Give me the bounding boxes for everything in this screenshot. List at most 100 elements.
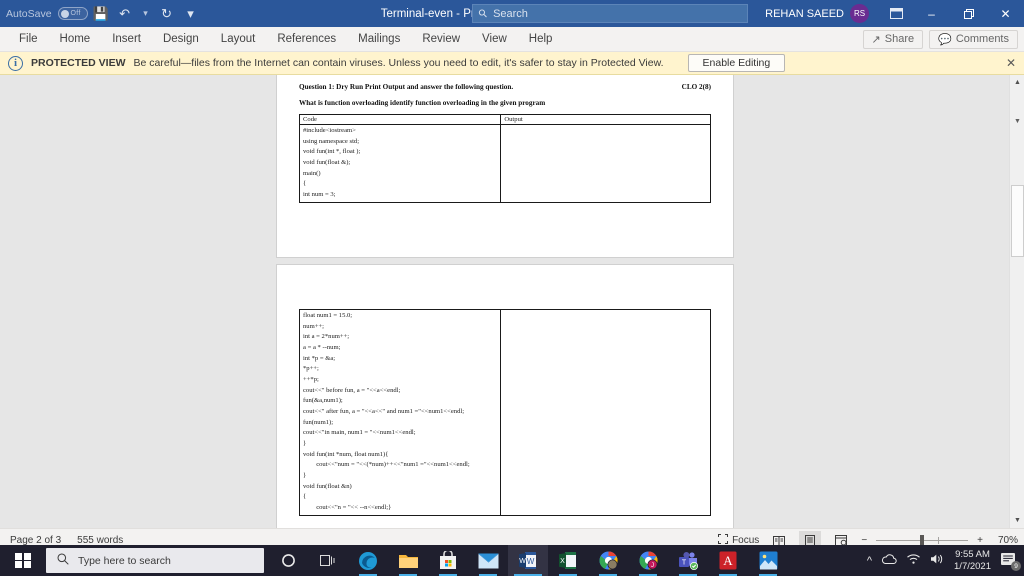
taskbar-search-input[interactable]: Type here to search <box>46 548 264 573</box>
column-header-output: Output <box>500 114 711 125</box>
code-line: { <box>303 180 307 188</box>
ribbon-display-options-icon[interactable] <box>879 0 913 27</box>
code-line: cout<<"num = "<<(*num)++<<"num1 ="<<num1… <box>303 461 470 469</box>
svg-text:W: W <box>519 558 526 565</box>
windows-taskbar: Type here to search WW X J T A ^ 9:55 AM… <box>0 545 1024 576</box>
tab-mailings[interactable]: Mailings <box>347 30 411 48</box>
clo-label: CLO 2(8) <box>681 83 711 91</box>
output-cell-page1 <box>500 124 711 203</box>
tab-view[interactable]: View <box>471 30 518 48</box>
svg-text:W: W <box>527 557 535 566</box>
tab-help[interactable]: Help <box>518 30 564 48</box>
close-button[interactable]: ✕ <box>987 0 1024 27</box>
clock[interactable]: 9:55 AM 1/7/2021 <box>954 549 991 573</box>
code-line: cout<<"n = "<< --n<<endl;} <box>303 504 392 512</box>
tab-insert[interactable]: Insert <box>101 30 152 48</box>
code-line: main() <box>303 169 321 177</box>
code-line: cout<<"in main, num1 = "<<num1<<endl; <box>303 429 416 437</box>
taskbar-app-google-chrome-1[interactable] <box>588 545 628 576</box>
svg-text:X: X <box>560 558 565 565</box>
ribbon-tabs: File Home Insert Design Layout Reference… <box>0 30 563 48</box>
code-line: using namespace std; <box>303 137 360 145</box>
save-icon[interactable]: 💾 <box>90 3 112 24</box>
code-line: float num1 = 15.0; <box>303 312 353 319</box>
taskbar-app-adobe-acrobat[interactable]: A <box>708 545 748 576</box>
comments-button[interactable]: 💬 Comments <box>929 29 1018 49</box>
windows-logo <box>15 552 31 569</box>
customize-quick-access-icon[interactable]: ▾ <box>180 3 202 24</box>
scroll-down-icon[interactable]: ▼ <box>1010 513 1024 528</box>
share-label: Share <box>884 33 915 45</box>
undo-dropdown-icon[interactable]: ▾ <box>138 3 154 24</box>
system-tray: ^ 9:55 AM 1/7/2021 9 <box>867 545 1024 576</box>
zoom-slider-tick <box>938 537 940 544</box>
vertical-scrollbar[interactable]: ▲ ▼ ▼ <box>1009 75 1024 528</box>
taskbar-app-microsoft-store[interactable] <box>428 545 468 576</box>
task-view-icon[interactable] <box>308 545 348 576</box>
notification-count-badge: 9 <box>1011 561 1021 571</box>
question-subtitle: What is function overloading identify fu… <box>299 99 546 107</box>
share-icon: ↗ <box>871 33 881 46</box>
code-line: cout<<" after fun, a = "<<a<<" and num1 … <box>303 408 465 416</box>
tab-review[interactable]: Review <box>411 30 471 48</box>
cortana-icon[interactable] <box>268 545 308 576</box>
action-center-icon[interactable]: 9 <box>1000 552 1021 571</box>
taskbar-app-mail[interactable] <box>468 545 508 576</box>
share-button[interactable]: ↗ Share <box>862 29 924 49</box>
wifi-icon[interactable] <box>906 553 921 568</box>
taskbar-app-microsoft-teams[interactable]: T <box>668 545 708 576</box>
search-box[interactable]: ⚲ Search <box>472 4 748 23</box>
word-title-bar: AutoSave Off 💾 ↶ ▾ ↻ ▾ Terminal-even - P… <box>0 0 1024 27</box>
code-line: int num = 3; <box>303 191 336 199</box>
zoom-slider[interactable] <box>876 535 969 546</box>
search-icon: ⚲ <box>476 6 491 21</box>
tab-references[interactable]: References <box>266 30 347 48</box>
speaker-icon[interactable] <box>930 553 945 568</box>
avatar[interactable]: RS <box>850 4 869 23</box>
taskbar-app-microsoft-word[interactable]: WW <box>508 545 548 576</box>
taskbar-app-microsoft-edge[interactable] <box>348 545 388 576</box>
autosave-label: AutoSave <box>6 7 52 20</box>
taskbar-app-photos[interactable] <box>748 545 788 576</box>
taskbar-app-google-chrome-2[interactable]: J <box>628 545 668 576</box>
redo-icon[interactable]: ↻ <box>156 3 178 24</box>
autosave-toggle-state: Off <box>70 10 81 17</box>
clock-date: 1/7/2021 <box>954 560 991 572</box>
autosave-toggle-knob <box>60 9 69 18</box>
code-line: int *p = &a; <box>303 354 336 362</box>
code-line: ++*p; <box>303 376 319 384</box>
title-bar-right-group: REHAN SAEED RS – ✕ <box>765 0 1024 27</box>
protected-view-message: Be careful—files from the Internet can c… <box>133 57 664 69</box>
minimize-button[interactable]: – <box>913 0 950 27</box>
enable-editing-button[interactable]: Enable Editing <box>687 54 786 72</box>
undo-icon[interactable]: ↶ <box>114 3 136 24</box>
onedrive-icon[interactable] <box>881 553 897 568</box>
protected-view-bar: i PROTECTED VIEW Be careful—files from t… <box>0 52 1024 75</box>
code-line: } <box>303 472 307 480</box>
tab-home[interactable]: Home <box>49 30 102 48</box>
tab-file[interactable]: File <box>8 30 49 48</box>
svg-text:T: T <box>682 560 687 567</box>
chevron-up-icon[interactable]: ^ <box>867 555 872 567</box>
tab-layout[interactable]: Layout <box>210 30 267 48</box>
close-icon[interactable]: ✕ <box>1006 56 1016 70</box>
restore-button[interactable] <box>950 0 987 27</box>
question-heading-row: Question 1: Dry Run Print Output and ans… <box>299 83 711 91</box>
comment-icon: 💬 <box>938 33 952 46</box>
table-row: #include<iostream> using namespace std; … <box>298 124 711 203</box>
taskbar-app-microsoft-excel[interactable]: X <box>548 545 588 576</box>
code-line: void fun(float &); <box>303 159 351 167</box>
autosave-toggle[interactable]: Off <box>57 7 88 20</box>
document-canvas[interactable]: Question 1: Dry Run Print Output and ans… <box>0 75 1024 528</box>
taskbar-app-file-explorer[interactable] <box>388 545 428 576</box>
windows-start-icon[interactable] <box>0 545 46 576</box>
scrollbar-thumb[interactable] <box>1011 185 1024 257</box>
account-name[interactable]: REHAN SAEED <box>765 8 844 20</box>
code-output-table-page1: Code Output #include<iostream> using nam… <box>298 114 711 203</box>
output-cell-page2 <box>500 309 711 516</box>
code-output-table-page2: float num1 = 15.0; num++; int a = 2*num+… <box>298 309 711 516</box>
split-window-handle-icon[interactable]: ▼ <box>1010 115 1024 127</box>
tab-design[interactable]: Design <box>152 30 210 48</box>
scroll-up-icon[interactable]: ▲ <box>1010 75 1024 90</box>
code-line: a = a * --num; <box>303 344 341 352</box>
